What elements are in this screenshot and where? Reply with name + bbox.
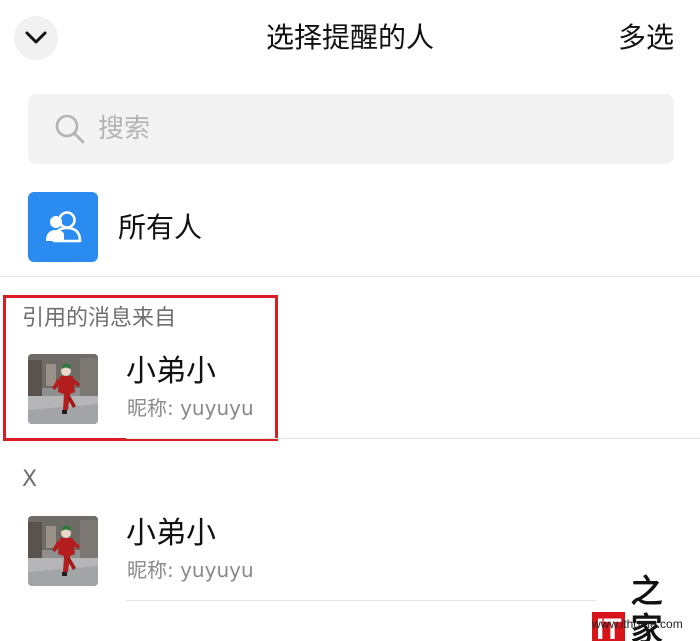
mention-picker-screen: 选择提醒的人 多选 所有人 引用的消息来自 <box>0 0 700 641</box>
search-box[interactable] <box>28 94 674 164</box>
page-title: 选择提醒的人 <box>265 21 434 54</box>
search-input[interactable] <box>98 109 658 149</box>
group-icon <box>43 209 83 245</box>
contact-name: 小弟小 <box>126 516 216 551</box>
everyone-item[interactable]: 所有人 <box>0 186 700 276</box>
divider <box>126 600 596 601</box>
ithome-watermark: IT 之家 www.ithome.com <box>592 572 692 641</box>
avatar <box>28 516 98 586</box>
search-icon <box>54 113 86 145</box>
multi-select-button[interactable]: 多选 <box>618 18 674 58</box>
divider <box>0 276 700 277</box>
divider <box>126 438 700 439</box>
contact-nickname: 昵称: yuyuyu <box>127 558 254 582</box>
everyone-label: 所有人 <box>118 211 203 244</box>
watermark-url: www.ithome.com <box>592 617 683 631</box>
highlight-box <box>3 295 278 441</box>
section-header-x: X <box>22 467 38 492</box>
everyone-avatar <box>28 192 98 262</box>
